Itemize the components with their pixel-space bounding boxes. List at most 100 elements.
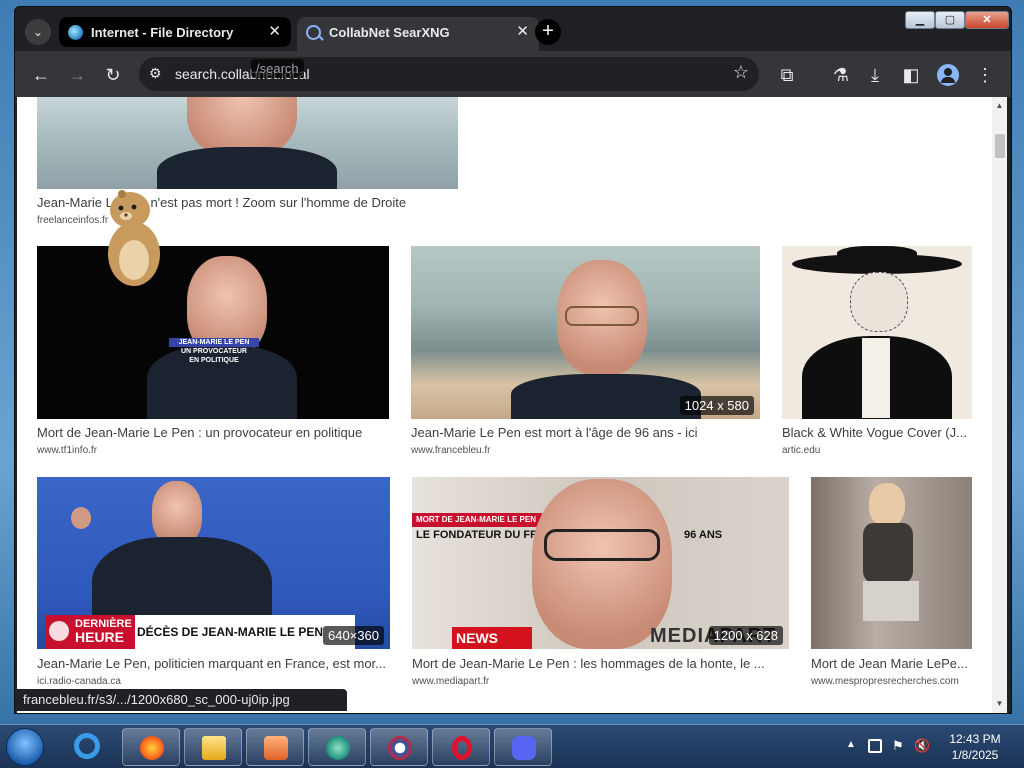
tab-file-directory[interactable]: Internet - File Directory ✕ xyxy=(59,17,291,47)
media-player-icon xyxy=(264,736,288,760)
result-thumbnail[interactable] xyxy=(782,246,972,419)
badge-text: DERNIÈRE HEURE xyxy=(75,618,132,644)
result-source: artic.edu xyxy=(782,445,821,456)
internet-explorer-icon[interactable] xyxy=(66,729,106,765)
tab-title: Internet - File Directory xyxy=(91,25,234,40)
taskbar-opera[interactable] xyxy=(432,728,490,766)
back-icon[interactable]: ← xyxy=(27,61,55,89)
discord-icon xyxy=(512,736,536,760)
result-thumbnail[interactable]: MORT DE JEAN-MARIE LE PEN LE FONDATEUR D… xyxy=(412,477,789,649)
image-result-card[interactable]: Jean-Marie Le Pen n'est pas mort ! Zoom … xyxy=(37,97,458,232)
hat-crown-shape xyxy=(837,246,917,264)
taskbar-media-player[interactable] xyxy=(246,728,304,766)
image-result-card[interactable]: Black & White Vogue Cover (J... artic.ed… xyxy=(782,246,972,461)
close-tab-icon[interactable]: ✕ xyxy=(268,22,281,40)
result-thumbnail[interactable]: JEAN-MARIE LE PEN UN PROVOCATEUR EN POLI… xyxy=(37,246,389,419)
veiled-face-shape xyxy=(850,272,908,332)
reload-icon[interactable]: ↻ xyxy=(99,61,127,89)
collar-shape xyxy=(862,338,890,418)
bookmark-star-icon[interactable]: ☆ xyxy=(733,62,749,83)
result-thumbnail[interactable]: DERNIÈRE HEURE DÉCÈS DE JEAN-MARIE LE PE… xyxy=(37,477,390,649)
show-hidden-icons-icon[interactable]: ▲ xyxy=(846,739,856,750)
new-tab-button[interactable]: + xyxy=(535,19,561,45)
result-source: www.francebleu.fr xyxy=(411,445,491,456)
profile-avatar[interactable] xyxy=(937,64,959,86)
tab-search-button[interactable]: ⌄ xyxy=(25,19,51,45)
result-caption[interactable]: Jean-Marie Le Pen, politicien marquant e… xyxy=(37,656,390,671)
extensions-icon[interactable]: ⧉ xyxy=(773,61,801,89)
app-icon xyxy=(326,736,350,760)
network-icon[interactable] xyxy=(868,739,882,753)
menu-icon[interactable]: ⋮ xyxy=(971,61,999,89)
flag-icon[interactable]: ⚑ xyxy=(892,738,904,754)
close-window-button[interactable]: ✕ xyxy=(965,11,1009,29)
vertical-scrollbar[interactable]: ▲ ▼ xyxy=(992,97,1007,713)
tab-strip: ⌄ Internet - File Directory ✕ CollabNet … xyxy=(15,7,1011,51)
image-dimensions: 1024 x 580 xyxy=(679,396,754,415)
result-caption[interactable]: Mort de Jean Marie LePe... xyxy=(811,656,972,671)
shorts-shape xyxy=(863,581,919,621)
address-bar[interactable]: ⚙ search.collabnet.local/search ☆ xyxy=(139,57,759,91)
image-result-card[interactable]: MORT DE JEAN-MARIE LE PEN LE FONDATEUR D… xyxy=(412,477,789,692)
result-source: freelanceinfos.fr xyxy=(37,215,109,226)
portrait-suit xyxy=(157,147,337,189)
globe-icon xyxy=(68,25,83,40)
news-badge: NEWS xyxy=(452,627,532,649)
overlay-banner: MORT DE JEAN-MARIE LE PEN xyxy=(412,513,542,527)
result-caption[interactable]: Black & White Vogue Cover (J... xyxy=(782,425,972,440)
raised-fist-shape xyxy=(71,507,91,529)
result-thumbnail[interactable]: 1024 x 580 xyxy=(411,246,760,419)
image-dimensions: 640×360 xyxy=(323,626,384,645)
badge-line: HEURE xyxy=(75,629,125,645)
volume-muted-icon[interactable]: 🔇 xyxy=(914,738,930,754)
result-source: www.mespropresrecherches.com xyxy=(811,676,959,687)
result-thumbnail[interactable] xyxy=(811,477,972,649)
image-result-card[interactable]: 1024 x 580 Jean-Marie Le Pen est mort à … xyxy=(411,246,760,461)
cbc-logo-icon xyxy=(49,621,69,641)
image-result-card[interactable]: Mort de Jean Marie LePe... www.mespropre… xyxy=(811,477,972,692)
result-caption[interactable]: Jean-Marie Le Pen n'est pas mort ! Zoom … xyxy=(37,195,458,210)
url-text[interactable]: search.collabnet.local/search xyxy=(175,59,310,82)
result-caption[interactable]: Jean-Marie Le Pen est mort à l'âge de 96… xyxy=(411,425,760,440)
labs-icon[interactable]: ⚗ xyxy=(827,61,855,89)
taskbar-app[interactable] xyxy=(308,728,366,766)
system-clock[interactable]: 12:43 PM 1/8/2025 xyxy=(940,731,1010,763)
portrait-suit xyxy=(511,374,701,419)
result-source: www.tf1info.fr xyxy=(37,445,98,456)
folder-icon xyxy=(202,736,226,760)
portrait-face xyxy=(532,479,672,649)
browser-window: ⌄ Internet - File Directory ✕ CollabNet … xyxy=(14,6,1012,714)
scroll-thumb[interactable] xyxy=(995,134,1005,158)
glasses-shape xyxy=(565,306,639,326)
url-path: /search xyxy=(251,59,304,78)
result-source: ici.radio-canada.ca xyxy=(37,676,121,687)
result-caption[interactable]: Mort de Jean-Marie Le Pen : un provocate… xyxy=(37,425,389,440)
result-thumbnail[interactable] xyxy=(37,97,458,189)
search-icon xyxy=(306,25,321,40)
taskbar-browser[interactable] xyxy=(370,728,428,766)
minimize-button[interactable]: ▁ xyxy=(905,11,935,29)
hamster-pet-icon xyxy=(108,190,160,286)
image-dimensions: 1200 x 628 xyxy=(708,626,783,645)
download-icon[interactable]: ⤓ xyxy=(861,61,889,89)
image-result-card[interactable]: JEAN-MARIE LE PEN UN PROVOCATEUR EN POLI… xyxy=(37,246,389,461)
taskbar-firefox[interactable] xyxy=(122,728,180,766)
taskbar-explorer[interactable] xyxy=(184,728,242,766)
scroll-down-arrow-icon[interactable]: ▼ xyxy=(992,697,1007,711)
breaking-news-badge: DERNIÈRE HEURE xyxy=(45,615,135,649)
maximize-button[interactable]: ▢ xyxy=(935,11,965,29)
side-panel-icon[interactable]: ◧ xyxy=(897,61,925,89)
overlay-line: JEAN-MARIE LE PEN xyxy=(169,338,259,347)
scroll-up-arrow-icon[interactable]: ▲ xyxy=(992,99,1007,113)
image-result-card[interactable]: DERNIÈRE HEURE DÉCÈS DE JEAN-MARIE LE PE… xyxy=(37,477,390,692)
glasses-shape xyxy=(544,529,660,561)
forward-icon[interactable]: → xyxy=(63,61,91,89)
portrait-face xyxy=(152,481,202,545)
tab-searxng[interactable]: CollabNet SearXNG ✕ xyxy=(297,17,539,51)
result-caption[interactable]: Mort de Jean-Marie Le Pen : les hommages… xyxy=(412,656,789,671)
start-button[interactable] xyxy=(6,728,44,766)
close-tab-icon[interactable]: ✕ xyxy=(516,22,529,40)
site-info-icon[interactable]: ⚙ xyxy=(149,65,165,81)
tab-title: CollabNet SearXNG xyxy=(329,25,450,40)
taskbar-discord[interactable] xyxy=(494,728,552,766)
